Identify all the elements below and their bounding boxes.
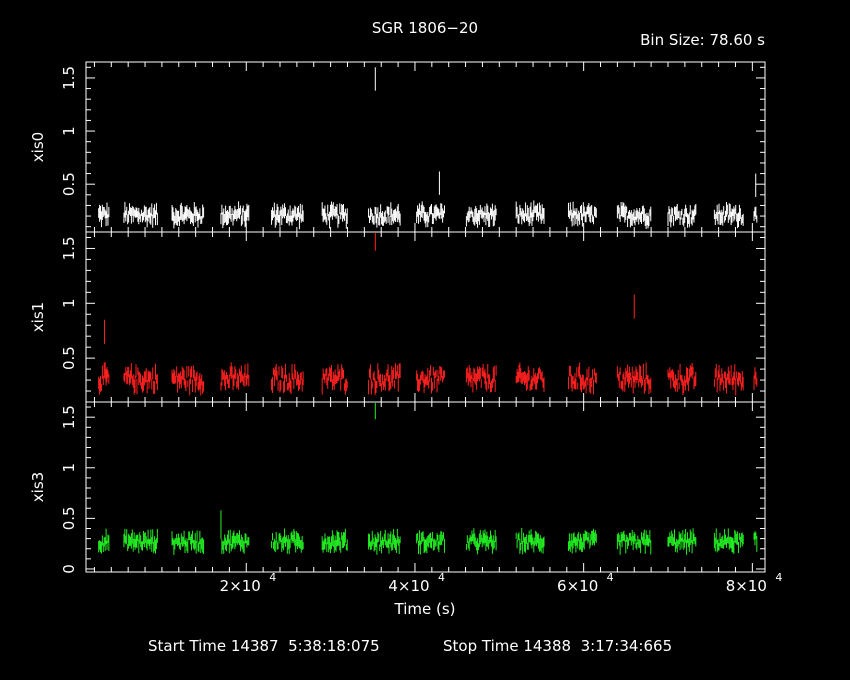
x-axis: 2×10 4 4×10 4 6×10 4 8×10 4 [220, 571, 783, 595]
panel-xis1: 0.5 1 1.5 xis1 [29, 231, 766, 403]
x-tick-exponent: 4 [438, 571, 445, 584]
y-tick-label: 1 [60, 299, 78, 309]
x-tick-label: 4×10 [388, 577, 429, 595]
y-tick-label: 1.5 [60, 237, 78, 261]
x-tick-label: 8×10 [726, 577, 767, 595]
y-tick-label: 0.5 [60, 346, 78, 370]
y-tick-label: 1.5 [60, 405, 78, 429]
y-tick-label: 1 [60, 126, 78, 136]
start-time-label: Start Time 14387 5:38:18:075 [148, 637, 380, 655]
series-xis3 [98, 403, 758, 555]
y-tick-label: 0.5 [60, 506, 78, 530]
panel-frame [85, 61, 766, 233]
x-tick-exponent: 4 [775, 571, 782, 584]
chart-title: SGR 1806−20 [372, 19, 478, 37]
y-tick-label: 1 [60, 463, 78, 473]
panels-group: 0.5 1 1.5 xis0 0.5 1 1.5 xis1 0 0.5 1 1.5 xis3 [29, 61, 766, 574]
panel-frame [85, 231, 766, 403]
panel-xis3: 0 0.5 1 1.5 xis3 [29, 401, 766, 574]
light-curve-plot: SGR 1806−20 Bin Size: 78.60 s 0.5 1 1.5 xis… [29, 19, 783, 655]
x-tick-label: 2×10 [220, 577, 261, 595]
y-axis-label: xis3 [29, 472, 47, 502]
x-tick-label: 6×10 [557, 577, 598, 595]
y-axis-label: xis0 [29, 132, 47, 162]
bin-size-label: Bin Size: 78.60 s [640, 31, 765, 49]
y-tick-label: 0.5 [60, 172, 78, 196]
series-xis1 [98, 233, 758, 396]
y-axis-label: xis1 [29, 302, 47, 332]
x-axis-label: Time (s) [394, 600, 456, 618]
y-tick-label: 0 [60, 564, 78, 574]
series-xis0 [98, 67, 758, 230]
stop-time-label: Stop Time 14388 3:17:34:665 [443, 637, 672, 655]
y-tick-label: 1.5 [60, 66, 78, 90]
x-tick-exponent: 4 [607, 571, 614, 584]
panel-xis0: 0.5 1 1.5 xis0 [29, 61, 766, 233]
x-tick-exponent: 4 [269, 571, 276, 584]
